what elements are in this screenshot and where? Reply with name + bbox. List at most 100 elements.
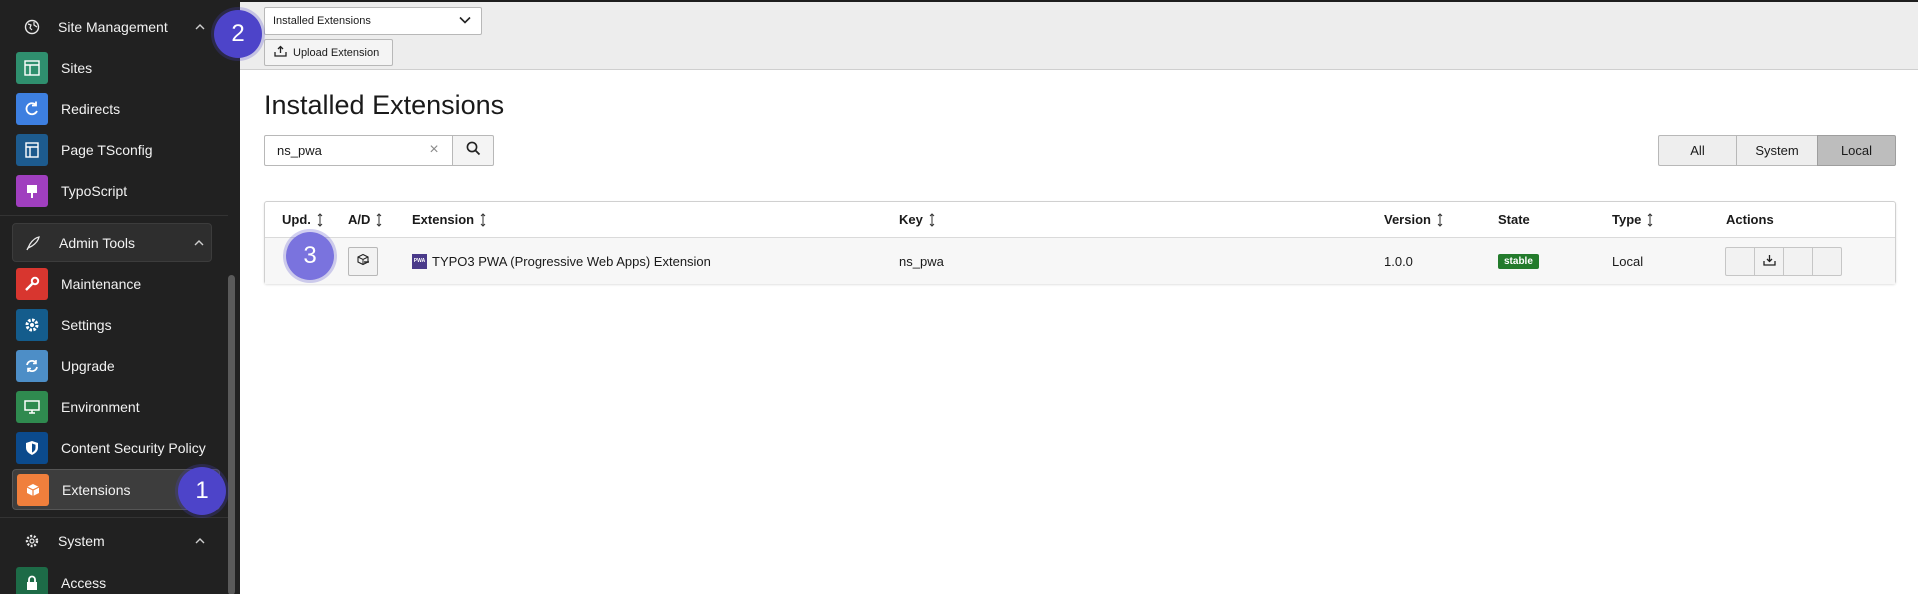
search-input[interactable] xyxy=(264,135,453,166)
group-label: System xyxy=(58,532,105,549)
chevron-down-icon xyxy=(459,15,471,27)
column-header-version[interactable]: Version xyxy=(1384,202,1443,237)
table-row: PWA TYPO3 PWA (Progressive Web Apps) Ext… xyxy=(265,238,1895,284)
step-badge: 3 xyxy=(286,232,334,280)
extensions-table: Upd. A/D Extension Key Version State Typ… xyxy=(264,201,1896,284)
filter-system-button[interactable]: System xyxy=(1736,135,1818,166)
column-header-state: State xyxy=(1498,202,1530,237)
sidebar-item-label: Page TSconfig xyxy=(61,141,153,158)
settings-icon xyxy=(16,308,48,341)
search-icon xyxy=(466,141,481,161)
column-header-label: Extension xyxy=(412,212,475,227)
sidebar-item-typoscript[interactable]: TypoScript xyxy=(12,170,220,211)
actions-cell xyxy=(1725,238,1842,284)
column-header-label: Type xyxy=(1612,212,1642,227)
column-header-label: State xyxy=(1498,212,1530,227)
sidebar-item-label: Settings xyxy=(61,316,112,333)
gear-icon xyxy=(12,533,52,549)
typoscript-icon xyxy=(16,174,48,207)
sidebar-item-upgrade[interactable]: Upgrade xyxy=(12,345,220,386)
column-header-key[interactable]: Key xyxy=(899,202,935,237)
type-filter-group: All System Local xyxy=(1658,135,1896,166)
sidebar-item-sites[interactable]: Sites xyxy=(12,47,220,88)
sidebar-divider xyxy=(0,517,228,518)
sidebar-item-content-security-policy[interactable]: Content Security Policy xyxy=(12,427,220,468)
search-button[interactable] xyxy=(453,135,494,166)
page-title: Installed Extensions xyxy=(264,90,505,120)
sidebar-item-page-tsconfig[interactable]: Page TSconfig xyxy=(12,129,220,170)
group-label: Site Management xyxy=(58,18,168,35)
action-placeholder-button[interactable] xyxy=(1725,246,1755,276)
sidebar-item-environment[interactable]: Environment xyxy=(12,386,220,427)
column-header-label: A/D xyxy=(348,212,371,227)
group-system[interactable]: System xyxy=(12,521,212,560)
sidebar-item-label: Access xyxy=(61,574,107,591)
status-badge: stable xyxy=(1498,253,1539,269)
upload-extension-label: Upload Extension xyxy=(293,46,380,59)
group-admin-tools[interactable]: Admin Tools xyxy=(12,223,212,262)
upload-extension-button[interactable]: Upload Extension xyxy=(264,39,393,66)
column-header-label: Actions xyxy=(1726,212,1774,227)
sidebar-item-label: Environment xyxy=(61,398,140,415)
column-header-label: Key xyxy=(899,212,923,227)
column-header-extension[interactable]: Extension xyxy=(412,202,486,237)
extension-version-cell: 1.0.0 xyxy=(1384,253,1413,269)
extension-type-cell: Local xyxy=(1612,253,1644,269)
step-badge: 1 xyxy=(178,467,226,515)
group-label: Admin Tools xyxy=(59,234,136,251)
column-header-actions: Actions xyxy=(1726,202,1774,237)
chevron-up-icon xyxy=(188,537,212,544)
sidebar-item-label: Redirects xyxy=(61,100,121,117)
filter-local-button[interactable]: Local xyxy=(1817,135,1896,166)
column-header-label: Upd. xyxy=(282,212,311,227)
sort-icon xyxy=(480,212,486,227)
sort-icon xyxy=(376,212,382,227)
download-icon xyxy=(1762,254,1776,269)
action-placeholder-button[interactable] xyxy=(1783,246,1813,276)
environment-icon xyxy=(16,390,48,423)
extension-title-cell: PWA TYPO3 PWA (Progressive Web Apps) Ext… xyxy=(412,238,711,284)
sidebar-divider xyxy=(0,215,228,216)
extension-title[interactable]: TYPO3 PWA (Progressive Web Apps) Extensi… xyxy=(432,254,711,269)
extension-logo: PWA xyxy=(412,253,427,269)
sidebar-item-settings[interactable]: Settings xyxy=(12,304,220,345)
clear-icon[interactable]: × xyxy=(426,142,442,158)
action-placeholder-button[interactable] xyxy=(1812,246,1842,276)
sidebar-item-label: Sites xyxy=(61,59,93,76)
rocket-icon xyxy=(13,235,53,251)
view-select[interactable]: Installed Extensions xyxy=(264,7,482,35)
step-badge: 2 xyxy=(214,10,262,58)
deactivate-button[interactable] xyxy=(348,246,378,276)
redirects-icon xyxy=(16,92,48,125)
column-header-label: Version xyxy=(1384,212,1431,227)
chevron-up-icon xyxy=(187,239,211,246)
extension-key-cell: ns_pwa xyxy=(899,253,944,269)
lock-icon xyxy=(16,566,48,594)
globe-icon xyxy=(12,19,52,35)
sidebar-item-access[interactable]: Access xyxy=(12,562,220,594)
sort-icon xyxy=(317,212,323,227)
sort-icon xyxy=(1437,212,1443,227)
search-form: × xyxy=(264,135,494,166)
sidebar-item-label: Content Security Policy xyxy=(61,439,206,456)
deactivate-icon xyxy=(356,253,370,269)
column-header-ad[interactable]: A/D xyxy=(348,202,382,237)
upgrade-icon xyxy=(16,349,48,382)
view-select-value: Installed Extensions xyxy=(273,15,371,27)
sidebar-item-maintenance[interactable]: Maintenance xyxy=(12,263,220,304)
group-site-management[interactable]: Site Management xyxy=(12,7,212,46)
download-button[interactable] xyxy=(1754,246,1784,276)
page-tsconfig-icon xyxy=(16,133,48,166)
extensions-icon xyxy=(17,473,49,506)
column-header-upd[interactable]: Upd. xyxy=(282,202,323,237)
shield-icon xyxy=(16,431,48,464)
filter-all-button[interactable]: All xyxy=(1658,135,1737,166)
activate-deactivate-cell xyxy=(348,238,378,284)
sidebar-item-redirects[interactable]: Redirects xyxy=(12,88,220,129)
sidebar-scrollbar[interactable] xyxy=(228,275,235,594)
column-header-type[interactable]: Type xyxy=(1612,202,1653,237)
module-docheader: Installed Extensions Upload Extension xyxy=(240,0,1918,70)
maintenance-icon xyxy=(16,267,48,300)
sort-icon xyxy=(929,212,935,227)
sort-icon xyxy=(1647,212,1653,227)
